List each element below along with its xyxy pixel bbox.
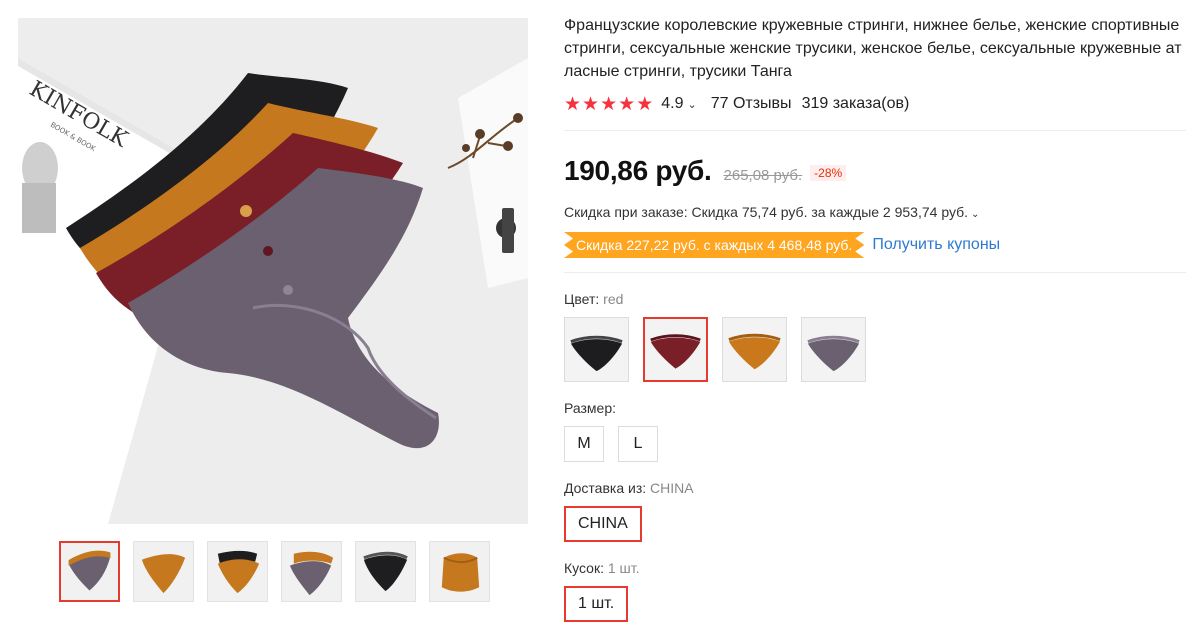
coupon-badge: Скидка 227,22 руб. с каждых 4 468,48 руб… xyxy=(564,232,865,258)
thumbnail-6[interactable] xyxy=(429,541,490,602)
color-label: Цвет: xyxy=(564,291,600,307)
divider xyxy=(564,130,1186,131)
chevron-down-icon: ⌄ xyxy=(971,209,980,220)
ship-from-label-row: Доставка из: CHINA xyxy=(564,480,1184,498)
original-price: 265,08 руб. xyxy=(723,167,803,184)
star-icon: ★ xyxy=(564,93,582,115)
reviews-link[interactable]: 77 Отзывы xyxy=(711,95,792,113)
star-icon: ★ xyxy=(600,93,618,115)
color-options xyxy=(564,317,1184,382)
color-option-grey[interactable] xyxy=(801,317,866,382)
size-label-row: Размер: xyxy=(564,400,1184,418)
star-icon: ★ xyxy=(582,93,600,115)
color-option-orange[interactable] xyxy=(722,317,787,382)
current-price: 190,86 руб. xyxy=(564,155,712,186)
color-label-row: Цвет: red xyxy=(564,291,1184,309)
thumbnail-strip xyxy=(59,541,490,602)
orders-count: 319 заказа(ов) xyxy=(801,95,910,112)
rating-value[interactable]: 4.9 xyxy=(661,95,683,113)
order-discount-info[interactable]: Скидка при заказе: Скидка 75,74 руб. за … xyxy=(564,204,1184,224)
thumbnail-4[interactable] xyxy=(281,541,342,602)
thumbnail-3[interactable] xyxy=(207,541,268,602)
main-product-image[interactable]: KINFOLK BOOK & BOOK xyxy=(18,18,528,524)
rating-stars[interactable]: ★ ★ ★ ★ ★ xyxy=(564,95,653,114)
chevron-down-icon[interactable]: ⌄ xyxy=(687,98,696,111)
product-info-panel: Французские королевские кружевные стринг… xyxy=(564,14,1186,622)
coupon-row: Скидка 227,22 руб. с каждых 4 468,48 руб… xyxy=(564,232,1184,258)
pack-label-row: Кусок: 1 шт. xyxy=(564,560,1184,578)
order-discount-text: Скидка при заказе: Скидка 75,74 руб. за … xyxy=(564,204,969,220)
get-coupons-link[interactable]: Получить купоны xyxy=(872,236,1000,254)
thumbnail-5[interactable] xyxy=(355,541,416,602)
ship-from-label: Доставка из: xyxy=(564,480,647,496)
size-options: M L xyxy=(564,426,1184,462)
pack-option-1[interactable]: 1 шт. xyxy=(564,586,629,622)
pack-label: Кусок: xyxy=(564,560,604,576)
color-selected-value: red xyxy=(603,291,624,307)
color-option-black[interactable] xyxy=(564,317,629,382)
star-icon: ★ xyxy=(636,93,654,115)
pack-selected-value: 1 шт. xyxy=(607,560,640,576)
thumbnail-2[interactable] xyxy=(133,541,194,602)
size-option-l[interactable]: L xyxy=(618,426,658,462)
product-title: Французские королевские кружевные стринг… xyxy=(564,17,1182,80)
price-row: 190,86 руб. 265,08 руб. -28% xyxy=(564,155,1184,189)
ship-from-option-china[interactable]: CHINA xyxy=(564,506,642,542)
size-label: Размер: xyxy=(564,400,617,416)
thumbnail-1[interactable] xyxy=(59,541,120,602)
ship-from-selected-value: CHINA xyxy=(650,480,694,496)
star-icon: ★ xyxy=(618,93,636,115)
color-option-red[interactable] xyxy=(643,317,708,382)
divider xyxy=(564,272,1186,273)
rating-row: ★ ★ ★ ★ ★ 4.9 ⌄ 77 Отзывы 319 заказа(ов) xyxy=(564,93,1184,115)
size-option-m[interactable]: M xyxy=(564,426,604,462)
discount-badge: -28% xyxy=(810,165,847,181)
